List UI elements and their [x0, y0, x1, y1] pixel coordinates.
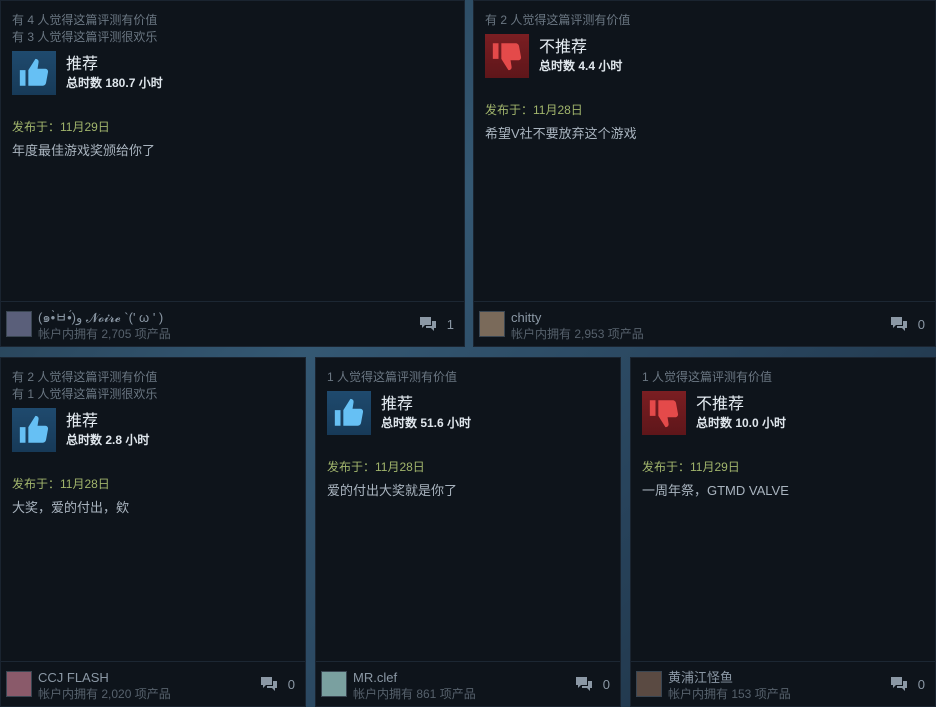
- posted-date: 发布于：11月29日: [12, 120, 110, 134]
- review-author[interactable]: (๑•̀ㅂ•́)و 𝓝𝓸𝓲𝓻𝓮 `(' ω ' ) 帐户内拥有 2,705 项产…: [1, 301, 464, 346]
- verdict-label: 不推荐: [539, 39, 588, 56]
- author-products: 帐户内拥有 861 项产品: [353, 687, 476, 701]
- verdict-label: 推荐: [66, 413, 99, 430]
- review-author[interactable]: MR.clef 帐户内拥有 861 项产品 0: [316, 661, 620, 706]
- review-author[interactable]: chitty 帐户内拥有 2,953 项产品 0: [474, 301, 935, 346]
- comments-button[interactable]: 0: [575, 676, 610, 692]
- helpful-count: 有 2 人觉得这篇评测有价值: [485, 13, 631, 27]
- author-name[interactable]: (๑•̀ㅂ•́)و 𝓝𝓸𝓲𝓻𝓮 `(' ω ' ): [38, 310, 163, 326]
- posted-date: 发布于：11月28日: [327, 460, 425, 474]
- thumbs-down-icon: [485, 34, 529, 78]
- helpful-count: 1 人觉得这篇评测有价值: [327, 370, 458, 384]
- comments-button[interactable]: 0: [890, 316, 925, 332]
- review-verdict[interactable]: 推荐 总时数 180.7 小时: [12, 51, 454, 95]
- review-verdict[interactable]: 推荐 总时数 2.8 小时: [12, 408, 295, 452]
- author-products: 帐户内拥有 153 项产品: [668, 687, 791, 701]
- avatar[interactable]: [6, 671, 32, 697]
- hours-on-record: 总时数 180.7 小时: [66, 76, 163, 90]
- helpful-count: 有 2 人觉得这篇评测有价值: [12, 370, 158, 384]
- review-text: 希望V社不要放弃这个游戏: [485, 126, 637, 141]
- avatar[interactable]: [636, 671, 662, 697]
- review-card[interactable]: 有 2 人觉得这篇评测有价值 不推荐 总时数 4.4 小时 发布于：11月28日…: [473, 0, 936, 347]
- funny-count: 有 3 人觉得这篇评测很欢乐: [12, 30, 158, 44]
- thumbs-up-icon: [12, 51, 56, 95]
- avatar[interactable]: [6, 311, 32, 337]
- comments-button[interactable]: 0: [890, 676, 925, 692]
- hours-on-record: 总时数 51.6 小时: [381, 416, 472, 430]
- author-name[interactable]: CCJ FLASH: [38, 670, 109, 686]
- author-name[interactable]: 黄浦江怪鱼: [668, 670, 733, 686]
- author-products: 帐户内拥有 2,953 项产品: [511, 327, 644, 341]
- review-author[interactable]: CCJ FLASH 帐户内拥有 2,020 项产品 0: [1, 661, 305, 706]
- review-verdict[interactable]: 推荐 总时数 51.6 小时: [327, 391, 610, 435]
- avatar[interactable]: [479, 311, 505, 337]
- review-author[interactable]: 黄浦江怪鱼 帐户内拥有 153 项产品 0: [631, 661, 935, 706]
- verdict-label: 推荐: [66, 56, 99, 73]
- review-verdict[interactable]: 不推荐 总时数 4.4 小时: [485, 34, 925, 78]
- helpful-count: 1 人觉得这篇评测有价值: [642, 370, 773, 384]
- review-card[interactable]: 1 人觉得这篇评测有价值 不推荐 总时数 10.0 小时 发布于：11月29日 …: [630, 357, 936, 707]
- verdict-label: 推荐: [381, 396, 414, 413]
- thumbs-up-icon: [12, 408, 56, 452]
- comments-button[interactable]: 1: [419, 316, 454, 332]
- review-card[interactable]: 有 2 人觉得这篇评测有价值 有 1 人觉得这篇评测很欢乐 推荐 总时数 2.8…: [0, 357, 306, 707]
- comments-button[interactable]: 0: [260, 676, 295, 692]
- comment-count: 0: [917, 316, 925, 332]
- comment-count: 0: [287, 676, 295, 692]
- author-products: 帐户内拥有 2,020 项产品: [38, 687, 171, 701]
- posted-date: 发布于：11月28日: [485, 103, 583, 117]
- author-products: 帐户内拥有 2,705 项产品: [38, 327, 171, 341]
- verdict-label: 不推荐: [696, 396, 745, 413]
- helpful-count: 有 4 人觉得这篇评测有价值: [12, 13, 158, 27]
- avatar[interactable]: [321, 671, 347, 697]
- posted-date: 发布于：11月28日: [12, 477, 110, 491]
- hours-on-record: 总时数 4.4 小时: [539, 59, 623, 73]
- author-name[interactable]: chitty: [511, 310, 541, 326]
- comment-icon: [890, 677, 907, 691]
- review-text: 爱的付出大奖就是你了: [327, 483, 458, 498]
- thumbs-down-icon: [642, 391, 686, 435]
- review-card[interactable]: 1 人觉得这篇评测有价值 推荐 总时数 51.6 小时 发布于：11月28日 爱…: [315, 357, 621, 707]
- review-text: 年度最佳游戏奖颁给你了: [12, 143, 156, 158]
- review-card[interactable]: 有 4 人觉得这篇评测有价值 有 3 人觉得这篇评测很欢乐 推荐 总时数 180…: [0, 0, 465, 347]
- hours-on-record: 总时数 10.0 小时: [696, 416, 787, 430]
- hours-on-record: 总时数 2.8 小时: [66, 433, 150, 447]
- funny-count: 有 1 人觉得这篇评测很欢乐: [12, 387, 158, 401]
- comment-icon: [575, 677, 592, 691]
- review-text: 大奖，爱的付出，欸: [12, 500, 130, 515]
- thumbs-up-icon: [327, 391, 371, 435]
- comment-count: 0: [917, 676, 925, 692]
- comment-count: 0: [602, 676, 610, 692]
- posted-date: 发布于：11月29日: [642, 460, 740, 474]
- comment-icon: [260, 677, 277, 691]
- author-name[interactable]: MR.clef: [353, 670, 397, 686]
- comment-count: 1: [446, 316, 454, 332]
- comment-icon: [419, 317, 436, 331]
- review-verdict[interactable]: 不推荐 总时数 10.0 小时: [642, 391, 925, 435]
- review-text: 一周年祭，GTMD VALVE: [642, 483, 789, 498]
- comment-icon: [890, 317, 907, 331]
